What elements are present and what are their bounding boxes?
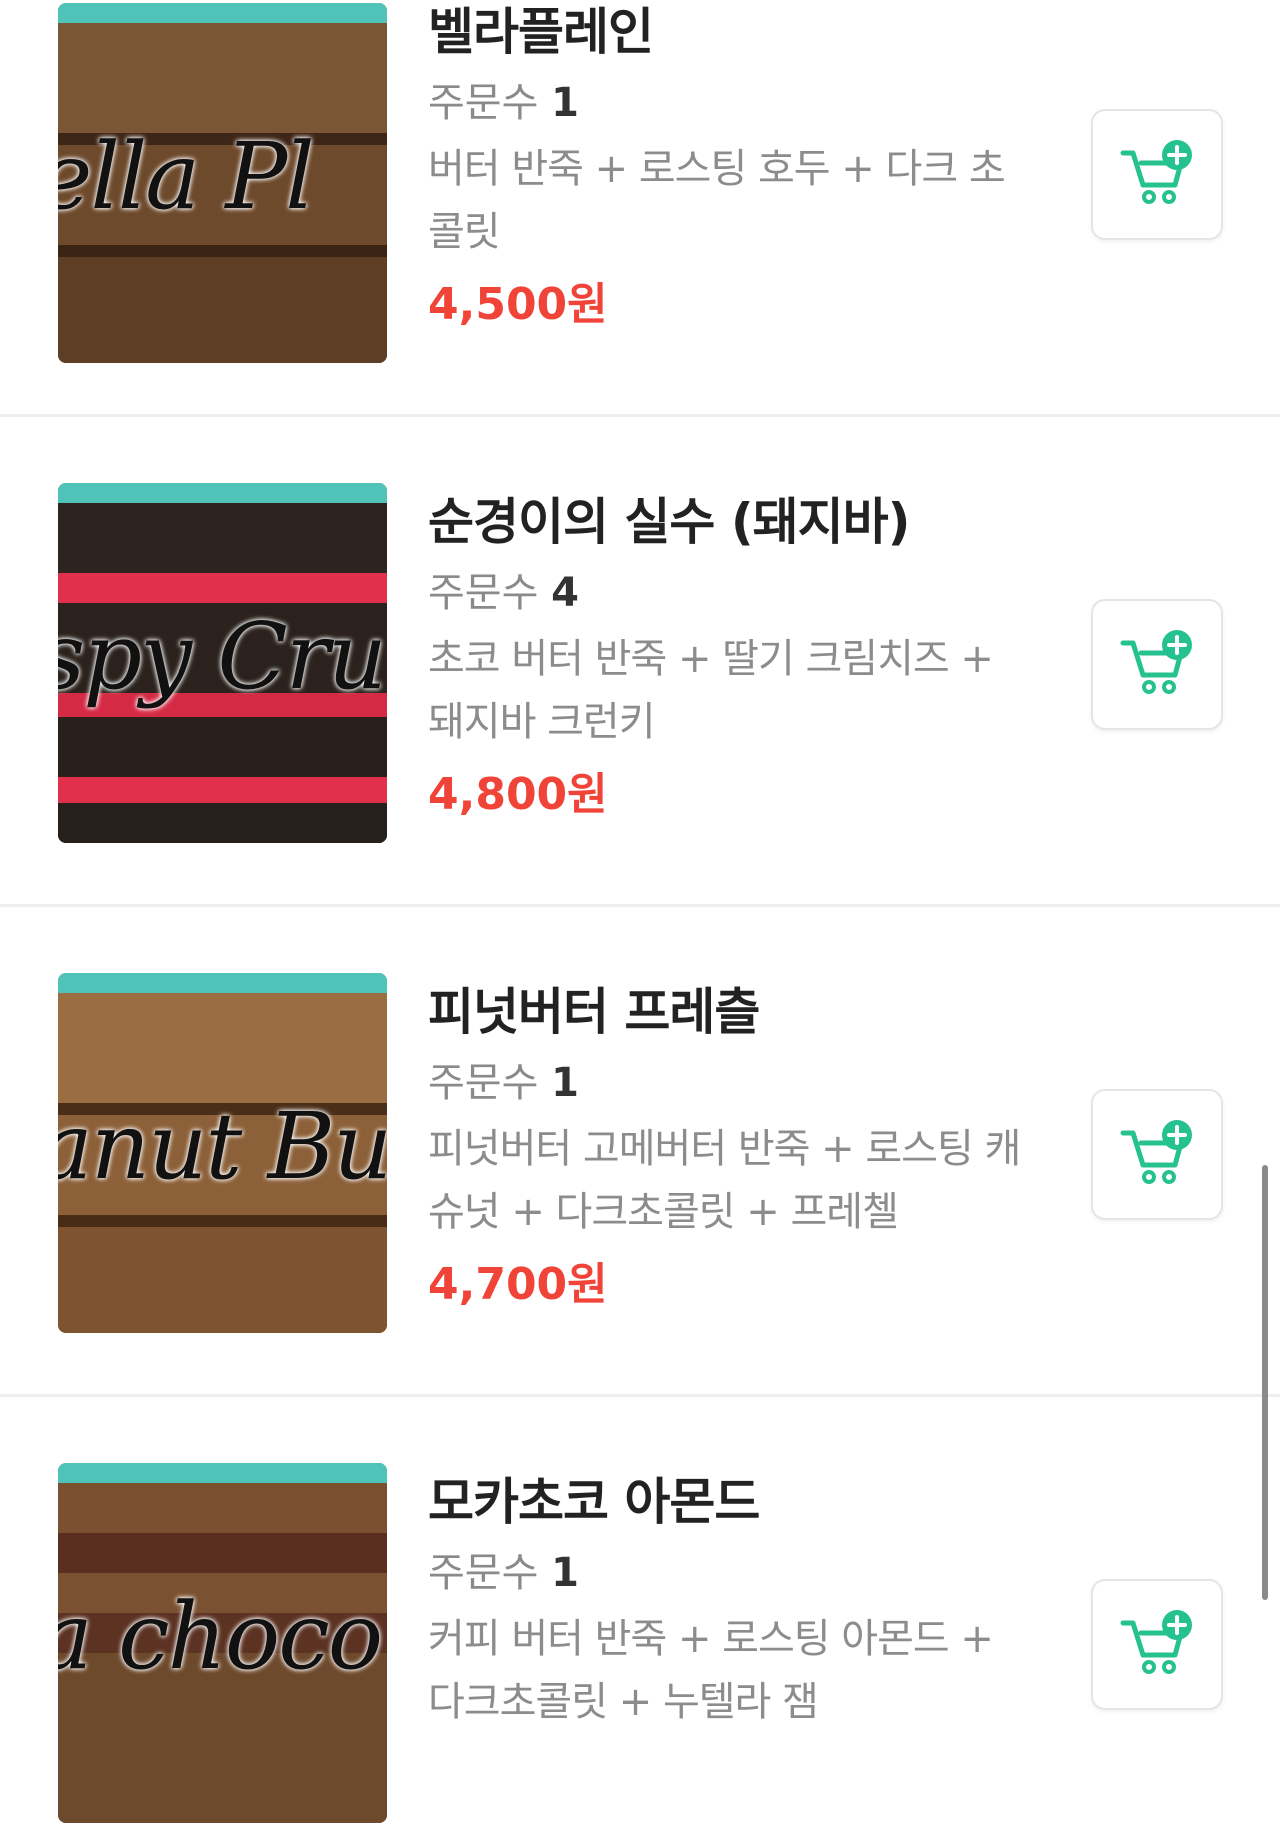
order-count: 주문수 1 bbox=[428, 1540, 579, 1598]
item-price: 4,500원 bbox=[428, 279, 608, 330]
order-count: 주문수 1 bbox=[428, 70, 579, 128]
order-count-value: 1 bbox=[551, 1550, 579, 1596]
cart-add-icon bbox=[1120, 1120, 1192, 1184]
menu-item[interactable]: anut Bu 피넛버터 프레츨 주문수 1 피넛버터 고메버터 반죽 + 로스… bbox=[0, 845, 1280, 1335]
add-to-cart-button[interactable] bbox=[1091, 599, 1223, 730]
item-image: ella Pl bbox=[58, 3, 387, 363]
order-count-value: 1 bbox=[551, 1060, 579, 1106]
item-description: 커피 버터 반죽 + 로스팅 아몬드 + 다크초콜릿 + 누텔라 잼 bbox=[428, 1616, 994, 1725]
item-price: 4,800원 bbox=[428, 769, 608, 820]
menu-item[interactable]: spy Cru 순경이의 실수 (돼지바) 주문수 4 초코 버터 반죽 + 딸… bbox=[0, 355, 1280, 845]
order-count-label: 주문수 bbox=[428, 1060, 539, 1106]
order-count: 주문수 1 bbox=[428, 1050, 579, 1108]
image-script-text: ella Pl bbox=[58, 123, 315, 230]
image-script-text: anut Bu bbox=[58, 1093, 387, 1200]
image-script-text: spy Cru bbox=[58, 603, 387, 710]
item-title: 순경이의 실수 (돼지바) bbox=[428, 493, 911, 551]
item-title: 모카초코 아몬드 bbox=[428, 1473, 760, 1531]
item-description: 피넛버터 고메버터 반죽 + 로스팅 캐슈넛 + 다크초콜릿 + 프레첼 bbox=[428, 1126, 1021, 1235]
image-script-text: a choco al bbox=[58, 1583, 387, 1690]
item-image: spy Cru bbox=[58, 483, 387, 843]
add-to-cart-button[interactable] bbox=[1091, 1579, 1223, 1710]
scrollbar[interactable] bbox=[1262, 1165, 1268, 1600]
order-count-value: 1 bbox=[551, 80, 579, 126]
item-description: 버터 반죽 + 로스팅 호두 + 다크 초콜릿 bbox=[428, 146, 1006, 255]
order-count-value: 4 bbox=[551, 570, 579, 616]
item-title: 피넛버터 프레츨 bbox=[428, 983, 760, 1041]
cart-add-icon bbox=[1120, 140, 1192, 204]
cart-add-icon bbox=[1120, 630, 1192, 694]
order-count-label: 주문수 bbox=[428, 80, 539, 126]
order-count: 주문수 4 bbox=[428, 560, 579, 618]
item-image: anut Bu bbox=[58, 973, 387, 1333]
item-price: 4,700원 bbox=[428, 1259, 608, 1310]
cart-add-icon bbox=[1120, 1610, 1192, 1674]
order-count-label: 주문수 bbox=[428, 1550, 539, 1596]
item-title: 벨라플레인 bbox=[428, 3, 654, 61]
menu-item[interactable]: a choco al 모카초코 아몬드 주문수 1 커피 버터 반죽 + 로스팅… bbox=[0, 1335, 1280, 1825]
item-description: 초코 버터 반죽 + 딸기 크림치즈 + 돼지바 크런키 bbox=[428, 636, 994, 745]
menu-item[interactable]: ella Pl 벨라플레인 주문수 1 버터 반죽 + 로스팅 호두 + 다크 … bbox=[0, 0, 1280, 363]
order-count-label: 주문수 bbox=[428, 570, 539, 616]
add-to-cart-button[interactable] bbox=[1091, 109, 1223, 240]
add-to-cart-button[interactable] bbox=[1091, 1089, 1223, 1220]
item-image: a choco al bbox=[58, 1463, 387, 1823]
